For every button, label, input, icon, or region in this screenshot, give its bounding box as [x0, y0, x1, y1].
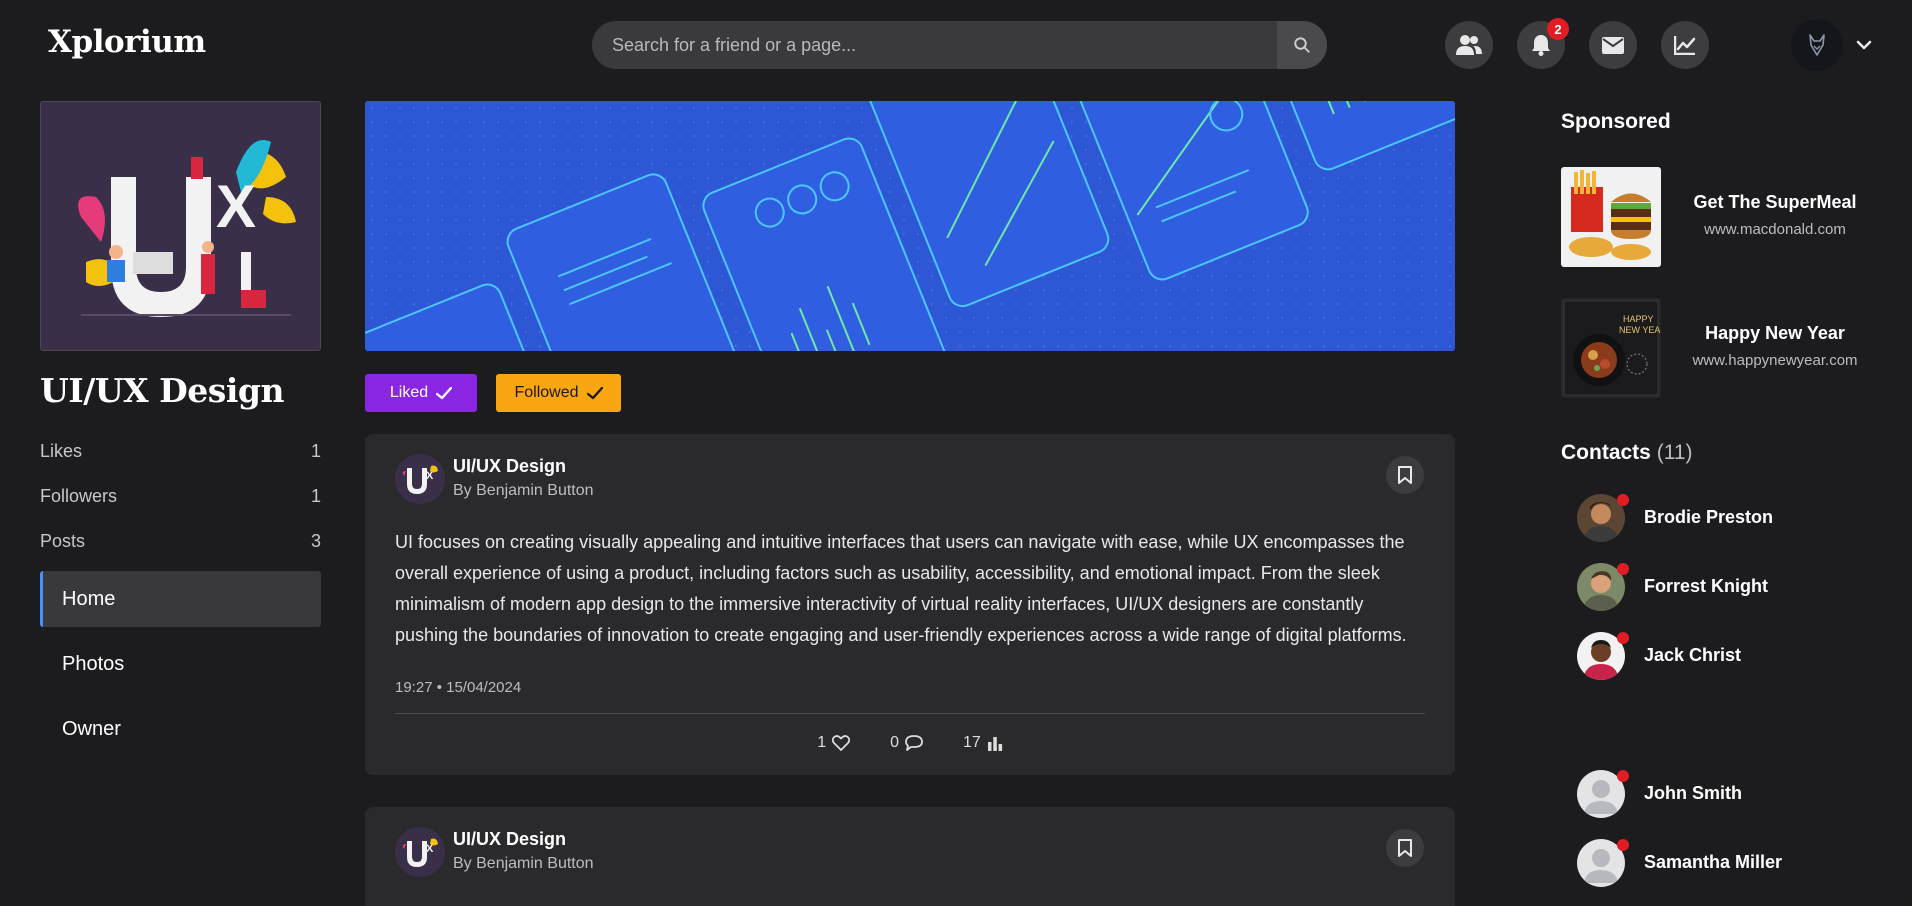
- svg-text:NEW YEAR: NEW YEAR: [1619, 325, 1661, 335]
- contact-item[interactable]: Jack Christ: [1577, 632, 1877, 682]
- search-bar: [592, 21, 1327, 69]
- post-author-avatar[interactable]: X: [395, 454, 445, 504]
- stat-followers: Followers 1: [40, 486, 321, 507]
- svg-text:HAPPY: HAPPY: [1623, 314, 1654, 324]
- post-card: X UI/UX Design By Benjamin Button: [365, 807, 1455, 906]
- bookmark-icon: [1398, 466, 1412, 484]
- online-status-dot: [1617, 494, 1629, 506]
- friends-button[interactable]: [1445, 21, 1493, 69]
- post-author-avatar[interactable]: X: [395, 827, 445, 877]
- bar-chart-icon: [987, 736, 1002, 751]
- online-status-dot: [1617, 632, 1629, 644]
- check-icon: [436, 386, 453, 399]
- bookmark-button[interactable]: [1386, 456, 1424, 494]
- ad-image-supermeal[interactable]: [1561, 167, 1661, 267]
- post-timestamp: 19:27 • 15/04/2024: [395, 679, 522, 696]
- comment-icon: [905, 735, 923, 751]
- cover-image: [365, 101, 1455, 351]
- contact-item[interactable]: Forrest Knight: [1577, 563, 1877, 613]
- contact-item[interactable]: John Smith: [1577, 770, 1877, 820]
- stat-value: 1: [310, 441, 321, 461]
- contact-name: Brodie Preston: [1644, 507, 1774, 527]
- menu-item-owner[interactable]: Owner: [40, 701, 321, 757]
- comment-button[interactable]: 0: [890, 734, 923, 752]
- post-actions: 1 0 17: [365, 734, 1455, 752]
- followed-button[interactable]: Followed: [496, 374, 621, 412]
- notification-badge: 2: [1547, 18, 1569, 40]
- svg-text:X: X: [216, 173, 256, 240]
- check-icon: [586, 386, 603, 399]
- search-input[interactable]: [592, 21, 1276, 69]
- liked-label: Liked: [389, 384, 429, 401]
- contacts-title: Contacts: [1561, 441, 1651, 464]
- contact-name: Samantha Miller: [1644, 852, 1783, 872]
- stat-likes: Likes 1: [40, 441, 321, 462]
- post-card: X UI/UX Design By Benjamin Button UI foc…: [365, 434, 1455, 775]
- post-author-name[interactable]: UI/UX Design: [453, 829, 566, 850]
- contacts-heading: Contacts (11): [1561, 441, 1693, 465]
- contact-item[interactable]: Brodie Preston: [1577, 494, 1877, 544]
- top-bar: Xplorium 2: [0, 0, 1912, 90]
- ad-title[interactable]: Get The SuperMeal: [1670, 192, 1880, 213]
- menu-item-home[interactable]: Home: [40, 571, 321, 627]
- post-byline: By Benjamin Button: [453, 855, 594, 872]
- ad-title[interactable]: Happy New Year: [1670, 323, 1880, 344]
- messages-button[interactable]: [1589, 21, 1637, 69]
- contact-name: John Smith: [1644, 783, 1742, 803]
- stat-posts: Posts 3: [40, 531, 321, 552]
- search-icon: [1294, 37, 1310, 53]
- contact-item[interactable]: Samantha Miller: [1577, 839, 1877, 889]
- chevron-down-icon[interactable]: [1855, 32, 1873, 58]
- online-status-dot: [1617, 839, 1629, 851]
- contact-name: Jack Christ: [1644, 645, 1742, 665]
- ad-url[interactable]: www.happynewyear.com: [1670, 352, 1880, 369]
- sponsored-heading: Sponsored: [1561, 110, 1671, 133]
- views-stat: 17: [963, 734, 1003, 752]
- followed-label: Followed: [514, 384, 579, 401]
- notifications-button[interactable]: 2: [1517, 18, 1569, 69]
- stat-value: 3: [310, 531, 321, 551]
- stat-label: Likes: [40, 441, 83, 461]
- like-count: 1: [817, 734, 827, 751]
- post-divider: [395, 713, 1425, 714]
- heart-icon: [832, 735, 851, 751]
- menu-item-photos[interactable]: Photos: [40, 636, 321, 692]
- app-logo[interactable]: Xplorium: [48, 24, 206, 60]
- online-status-dot: [1617, 770, 1629, 782]
- like-button[interactable]: 1: [817, 734, 851, 752]
- post-byline: By Benjamin Button: [453, 482, 594, 499]
- post-author-name[interactable]: UI/UX Design: [453, 456, 566, 477]
- bookmark-button[interactable]: [1386, 829, 1424, 867]
- stat-label: Posts: [40, 531, 86, 551]
- online-status-dot: [1617, 563, 1629, 575]
- ad-image-newyear[interactable]: HAPPY NEW YEAR: [1561, 298, 1661, 398]
- page-title: UI/UX Design: [40, 371, 284, 410]
- bell-icon: [1532, 35, 1550, 56]
- contacts-count: (11): [1656, 441, 1693, 464]
- ad-url[interactable]: www.macdonald.com: [1670, 221, 1880, 238]
- chart-icon: [1674, 36, 1696, 55]
- contact-name: Forrest Knight: [1644, 576, 1768, 596]
- comment-count: 0: [890, 734, 899, 751]
- views-count: 17: [963, 734, 981, 751]
- post-body: UI focuses on creating visually appealin…: [395, 532, 1407, 645]
- page-profile-picture: X: [40, 101, 321, 351]
- stat-value: 1: [310, 486, 321, 506]
- fox-logo-icon: [1809, 34, 1825, 56]
- search-button[interactable]: [1277, 21, 1327, 69]
- user-avatar[interactable]: [1791, 19, 1843, 71]
- friends-icon: [1456, 35, 1482, 55]
- stats-button[interactable]: [1661, 21, 1709, 69]
- mail-icon: [1602, 36, 1624, 54]
- stat-label: Followers: [40, 486, 118, 506]
- liked-button[interactable]: Liked: [365, 374, 477, 412]
- bookmark-icon: [1398, 839, 1412, 857]
